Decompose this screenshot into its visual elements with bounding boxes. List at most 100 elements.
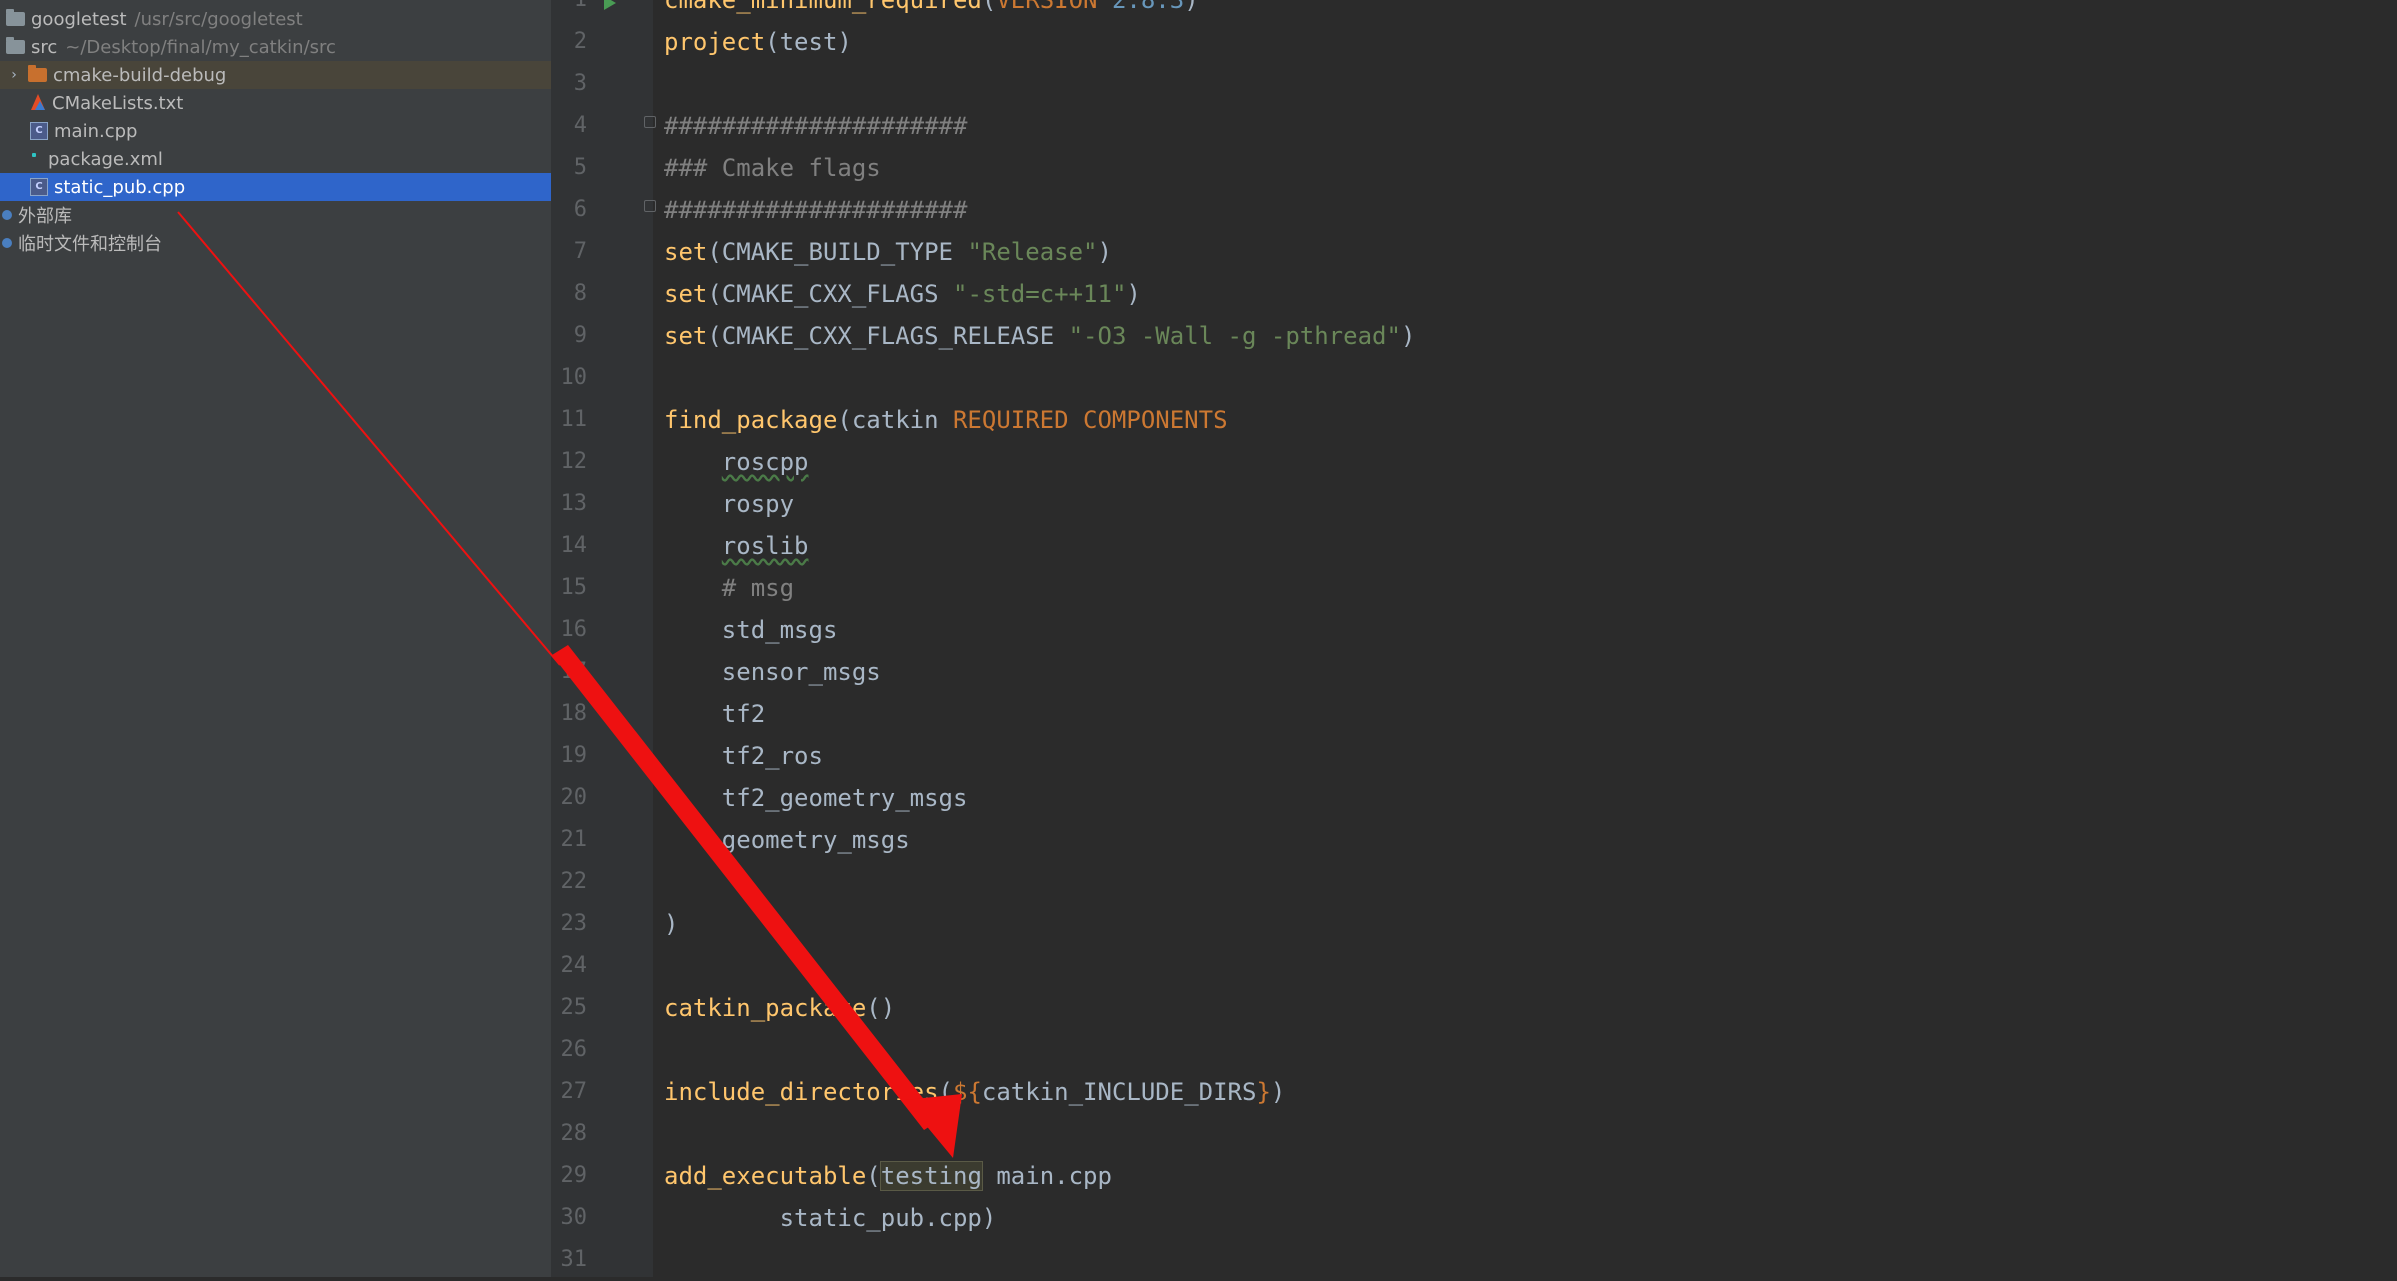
code-token: ) [1126,280,1141,308]
line-number: 12 [560,449,588,474]
code-line[interactable]: set(CMAKE_CXX_FLAGS_RELEASE "-O3 -Wall -… [664,315,1415,357]
code-line[interactable]: cmake_minimum_required(VERSION 2.8.3) [664,0,1199,21]
code-token: tf2_geometry_msgs [664,784,968,812]
code-token: find_package [664,406,838,434]
line-number: 26 [560,1037,588,1062]
code-line[interactable]: rospy [664,483,794,525]
code-line[interactable]: geometry_msgs [664,819,910,861]
code-token: ### Cmake flags [664,154,881,182]
folder-icon [6,9,25,26]
code-token: "Release" [967,238,1098,266]
line-number: 6 [573,197,587,222]
code-line[interactable]: static_pub.cpp) [664,1197,997,1239]
run-icon[interactable] [604,0,616,10]
code-line[interactable]: include_directories(${catkin_INCLUDE_DIR… [664,1071,1285,1113]
code-line[interactable]: tf2 [664,693,765,735]
code-token: cmake_minimum_required [664,0,982,14]
code-token: ${ [953,1078,982,1106]
code-line[interactable]: ### Cmake flags [664,147,881,189]
code-token: # msg [664,574,795,602]
tree-item[interactable]: Cmain.cpp [0,117,551,145]
code-line[interactable]: roslib [664,525,809,567]
line-number: 2 [573,29,587,54]
code-token: set [664,280,708,308]
code-line[interactable]: tf2_geometry_msgs [664,777,968,819]
code-token: roscpp [721,448,809,476]
code-token: main.cpp [981,1162,1112,1190]
tree-item[interactable]: 外部库 [0,201,551,229]
tree-item-path: /usr/src/googletest [134,8,303,30]
fold-marker-icon[interactable] [644,200,656,212]
line-number: 11 [560,407,588,432]
tree-item[interactable]: package.xml [0,145,551,173]
code-token: rospy [664,490,795,518]
line-number: 15 [560,575,588,600]
tree-item[interactable]: src ~/Desktop/final/my_catkin/src [0,33,551,61]
code-token: } [1256,1078,1271,1106]
tree-item-label: package.xml [48,148,163,170]
code-line[interactable]: catkin_package() [664,987,895,1029]
cmake-file-icon [30,94,46,112]
code-token: project [664,28,766,56]
code-token: (test) [765,28,852,56]
code-line[interactable]: project(test) [664,21,852,63]
code-token: "-std=c++11" [953,280,1127,308]
code-token: set [664,322,708,350]
code-token: (catkin [837,406,953,434]
code-token: ##################### [664,196,968,224]
line-number: 9 [573,323,587,348]
cpp-file-icon: C [30,178,48,196]
code-line[interactable]: set(CMAKE_BUILD_TYPE "Release") [664,231,1112,273]
tree-item[interactable]: 临时文件和控制台 [0,229,551,257]
code-line[interactable]: set(CMAKE_CXX_FLAGS "-std=c++11") [664,273,1141,315]
expand-arrow-icon[interactable]: › [8,67,20,83]
code-token: sensor_msgs [664,658,881,686]
tree-item[interactable]: › cmake-build-debug [0,61,551,89]
line-number: 17 [560,659,588,684]
code-token: tf2_ros [664,742,823,770]
code-token: ##################### [664,112,968,140]
code-line[interactable]: ##################### [664,189,967,231]
line-number: 31 [560,1247,588,1272]
line-number: 28 [560,1121,588,1146]
code-token: add_executable [664,1162,867,1190]
tree-item[interactable]: CMakeLists.txt [0,89,551,117]
code-token: ( [866,1162,881,1190]
scratches-icon [2,238,12,248]
tree-item[interactable]: Cstatic_pub.cpp [0,173,551,201]
line-number: 7 [573,239,587,264]
code-token: (CMAKE_CXX_FLAGS_RELEASE [707,322,1069,350]
code-line[interactable]: add_executable(testing main.cpp [664,1155,1112,1197]
code-line[interactable]: sensor_msgs [664,651,881,693]
line-number: 30 [560,1205,588,1230]
code-token: REQUIRED COMPONENTS [952,406,1228,434]
code-line[interactable]: ) [664,903,678,945]
line-number: 18 [560,701,588,726]
line-number: 19 [560,743,588,768]
line-number: 14 [560,533,588,558]
line-number: 25 [560,995,588,1020]
tree-item-label: main.cpp [54,120,138,142]
library-icon [2,210,12,220]
line-number: 3 [573,71,587,96]
code-token: ) [1097,238,1112,266]
fold-marker-icon[interactable] [644,116,656,128]
code-line[interactable]: tf2_ros [664,735,823,777]
code-token: catkin_package [664,994,867,1022]
cpp-file-icon: C [30,122,48,140]
line-number: 16 [560,617,588,642]
code-line[interactable]: std_msgs [664,609,838,651]
code-line[interactable]: roscpp [664,441,809,483]
code-token: testing [879,1161,983,1191]
tree-item-label: static_pub.cpp [54,176,186,198]
code-token: tf2 [664,700,766,728]
line-number: 23 [560,911,588,936]
code-line[interactable]: # msg [664,567,794,609]
tree-item[interactable]: googletest/usr/src/googletest [0,5,551,33]
line-number: 5 [573,155,587,180]
tree-item-label: src [31,36,58,58]
code-line[interactable]: find_package(catkin REQUIRED COMPONENTS [664,399,1228,441]
code-line[interactable]: ##################### [664,105,967,147]
module-folder-icon [6,37,25,54]
